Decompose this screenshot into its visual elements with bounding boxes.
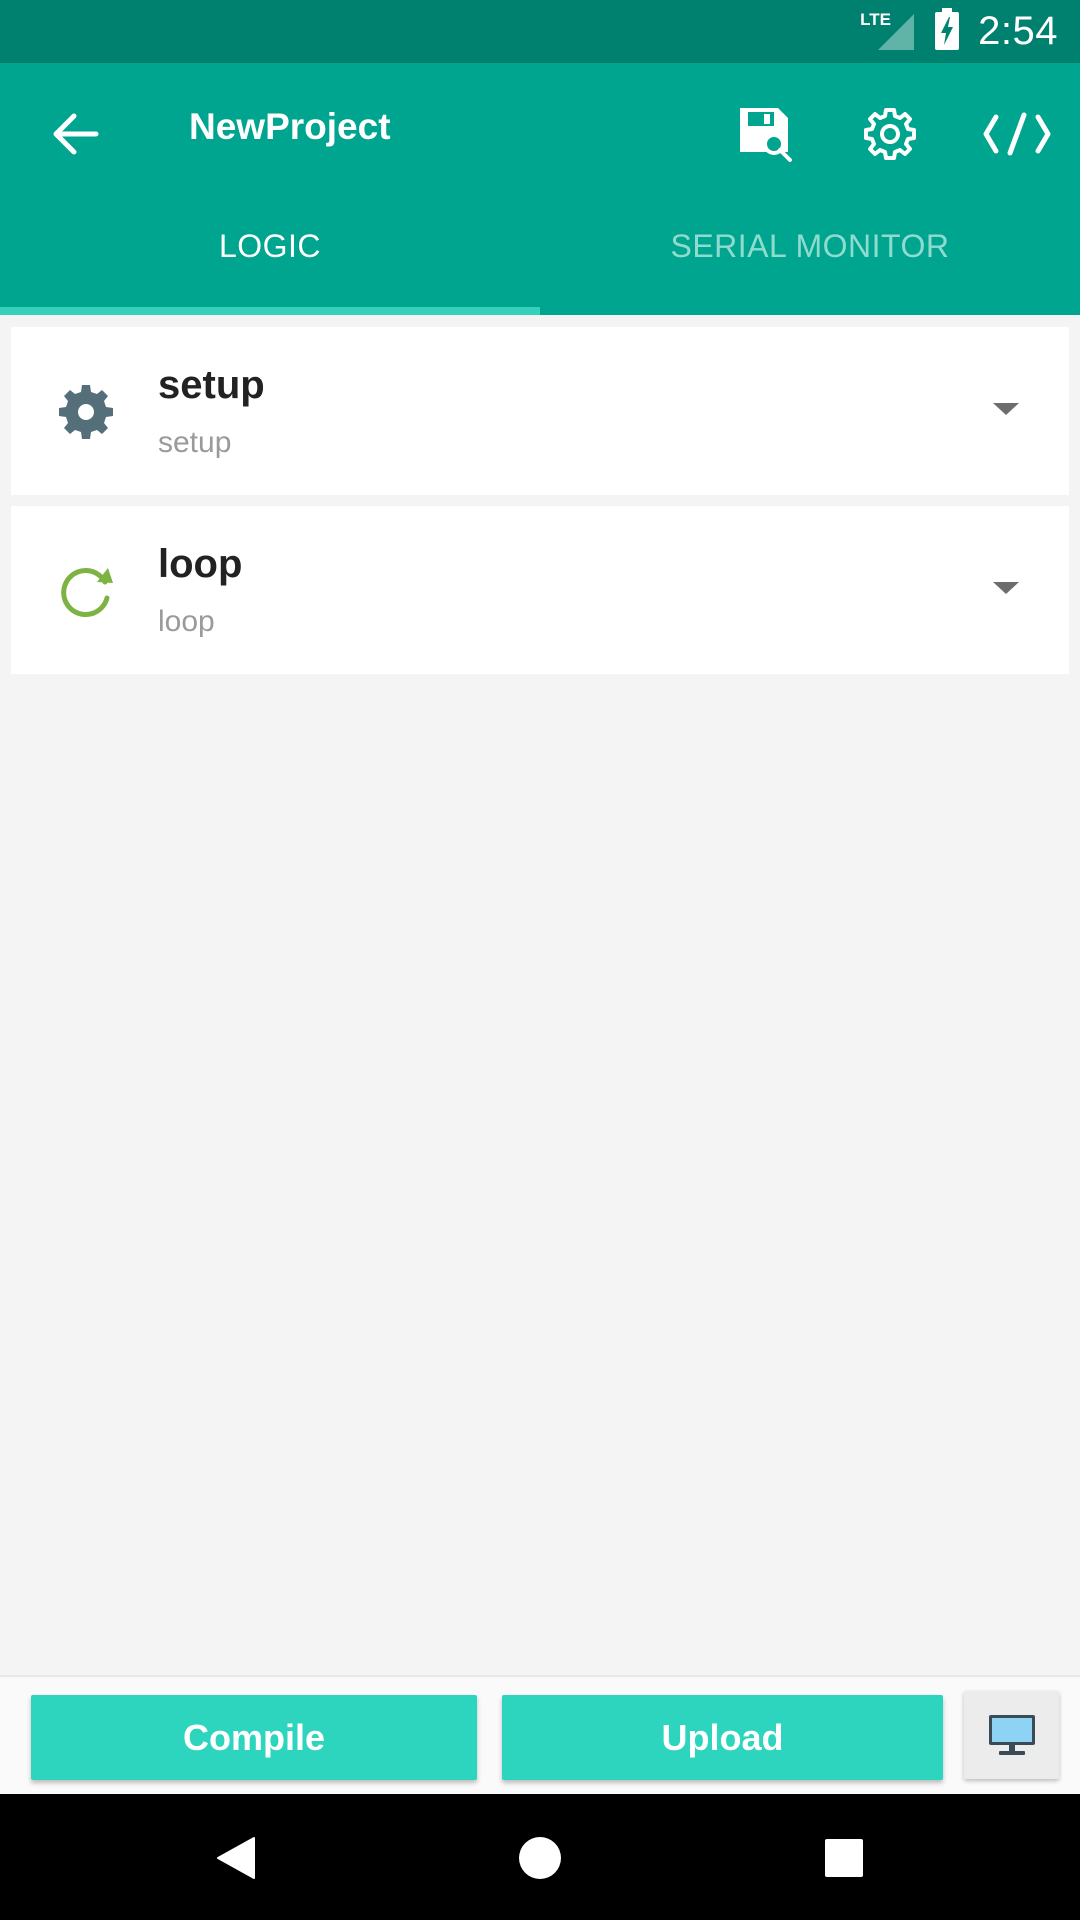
nav-home-icon [519, 1837, 561, 1879]
bottom-action-bar: Compile Upload [0, 1675, 1080, 1794]
nav-home-button[interactable] [498, 1816, 582, 1900]
nav-recents-icon [825, 1839, 863, 1877]
settings-button[interactable] [848, 92, 932, 176]
code-view-button[interactable] [975, 92, 1059, 176]
function-card-setup[interactable]: setup setup [11, 327, 1069, 495]
save-search-icon [740, 108, 792, 162]
battery-charging-icon [934, 7, 960, 56]
tab-indicator [0, 307, 540, 315]
loop-icon [51, 556, 121, 626]
nav-back-icon [217, 1837, 255, 1879]
upload-button[interactable]: Upload [502, 1695, 943, 1780]
lte-signal-icon: LTE [860, 10, 916, 54]
project-title: NewProject [189, 106, 391, 147]
back-button[interactable] [40, 98, 112, 170]
app-bar: NewProject LOGIC SERIAL MONITOR [0, 63, 1080, 315]
status-icons: LTE 2:54 [860, 0, 1058, 63]
chevron-down-icon[interactable] [993, 403, 1019, 415]
nav-back-button[interactable] [194, 1816, 278, 1900]
network-label: LTE [860, 9, 891, 29]
system-nav-bar [0, 1794, 1080, 1920]
tab-logic[interactable]: LOGIC [0, 188, 540, 315]
status-bar: LTE 2:54 [0, 0, 1080, 63]
save-button[interactable] [724, 92, 808, 176]
tab-bar: LOGIC SERIAL MONITOR [0, 188, 1080, 315]
tab-serial-monitor-label: SERIAL MONITOR [670, 228, 950, 264]
back-arrow-icon [53, 113, 99, 155]
nav-recents-button[interactable] [802, 1816, 886, 1900]
function-name: loop [158, 542, 243, 586]
function-card-loop[interactable]: loop loop [11, 506, 1069, 674]
compile-button[interactable]: Compile [31, 1695, 477, 1780]
monitor-button[interactable] [964, 1691, 1059, 1779]
tab-logic-label: LOGIC [218, 228, 322, 264]
tab-serial-monitor[interactable]: SERIAL MONITOR [540, 188, 1080, 315]
clock: 2:54 [978, 9, 1058, 53]
chevron-down-icon[interactable] [993, 582, 1019, 594]
monitor-icon [988, 1715, 1035, 1755]
gear-icon [864, 108, 916, 160]
function-name: setup [158, 363, 265, 407]
gear-icon [51, 377, 121, 447]
code-icon [983, 112, 1051, 156]
function-subtitle: loop [158, 605, 215, 638]
function-subtitle: setup [158, 426, 232, 459]
